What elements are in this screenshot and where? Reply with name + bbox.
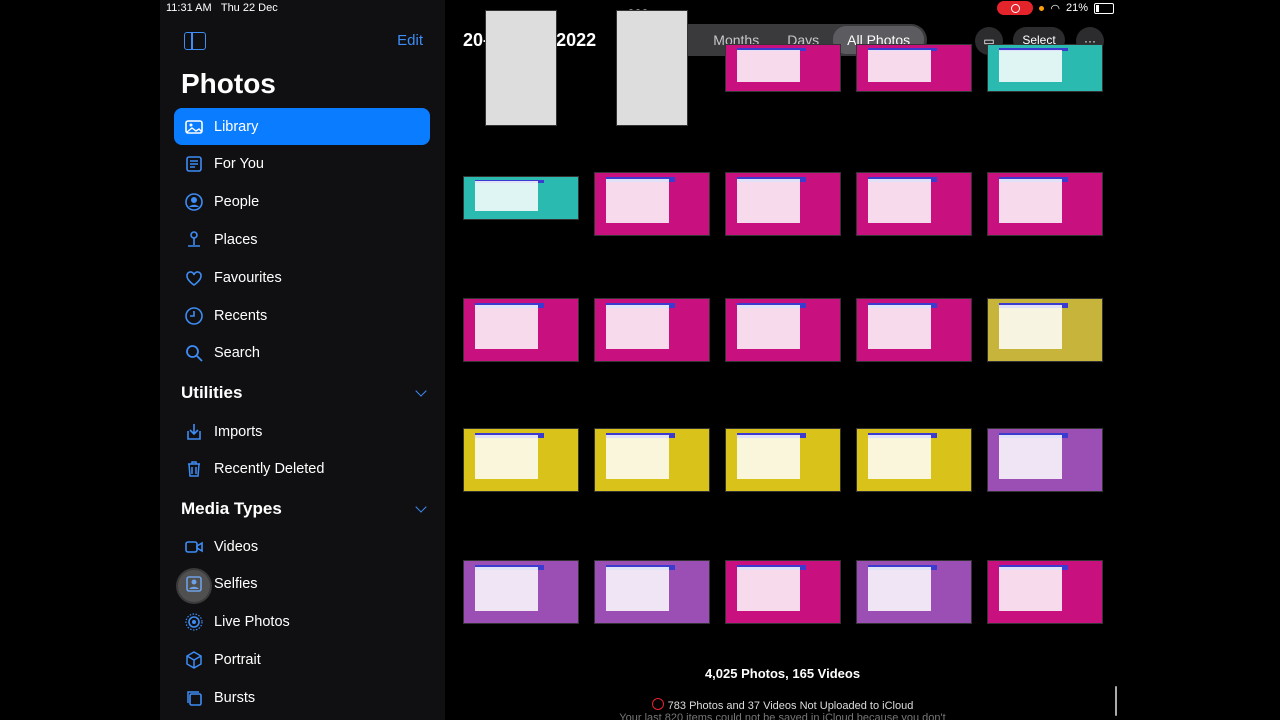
sidebar-item-search[interactable]: Search — [174, 335, 430, 372]
scrollbar[interactable] — [1115, 686, 1117, 716]
photo-thumbnail[interactable] — [856, 428, 972, 492]
sidebar-item-label: Live Photos — [214, 614, 290, 631]
sidebar-item-for-you[interactable]: For You — [174, 146, 430, 183]
people-icon — [174, 192, 214, 212]
wifi-icon: ◠ — [1050, 2, 1060, 15]
photo-thumbnail[interactable] — [856, 560, 972, 624]
photo-thumbnail[interactable] — [856, 298, 972, 362]
sidebar-item-label: Search — [214, 345, 260, 362]
library-icon — [174, 117, 214, 137]
photo-thumbnail[interactable] — [987, 44, 1103, 92]
photo-thumbnail[interactable] — [725, 44, 841, 92]
sidebar-item-label: Videos — [214, 538, 259, 555]
photo-thumbnail[interactable] — [856, 44, 972, 92]
sidebar-item-portrait[interactable]: Portrait — [174, 641, 430, 678]
sidebar-item-label: Favourites — [214, 269, 282, 286]
sidebar-item-label: For You — [214, 156, 264, 173]
import-icon — [174, 422, 214, 442]
sidebar-item-label: Recently Deleted — [214, 461, 325, 478]
sidebar-item-live-photos[interactable]: Live Photos — [174, 604, 430, 641]
edit-button[interactable]: Edit — [397, 32, 423, 49]
photo-thumbnail[interactable] — [725, 172, 841, 236]
photo-thumbnail[interactable] — [594, 428, 710, 492]
sidebar-item-label: Recents — [214, 307, 268, 324]
photo-thumbnail[interactable] — [987, 428, 1103, 492]
status-clock: 11:31 AM Thu 22 Dec — [166, 2, 278, 14]
photo-thumbnail[interactable] — [856, 172, 972, 236]
sidebar-item-people[interactable]: People — [174, 184, 430, 221]
photo-thumbnail[interactable] — [987, 172, 1103, 236]
photo-thumbnail[interactable] — [725, 560, 841, 624]
utilities-heading[interactable]: Utilities — [181, 383, 242, 403]
sidebar-item-favourites[interactable]: Favourites — [174, 259, 430, 296]
bursts-icon — [174, 688, 214, 708]
video-icon — [174, 537, 214, 557]
sidebar-item-library[interactable]: Library — [174, 108, 430, 145]
cube-icon — [174, 650, 214, 670]
photo-thumbnail[interactable] — [725, 298, 841, 362]
utilities-chevron-icon[interactable] — [415, 385, 427, 397]
sidebar-item-label: Library — [214, 118, 259, 135]
sidebar-item-label: Selfies — [214, 576, 258, 593]
photo-thumbnail[interactable] — [594, 172, 710, 236]
battery-percent: 21% — [1065, 2, 1088, 14]
battery-icon — [1094, 2, 1114, 14]
touch-indicator — [178, 570, 210, 602]
sidebar-item-places[interactable]: Places — [174, 221, 430, 258]
ipad-screen: 11:31 AM Thu 22 Dec Edit Photos Library F… — [160, 0, 1120, 720]
search-icon — [174, 343, 214, 363]
sidebar-item-recents[interactable]: Recents — [174, 297, 430, 334]
sidebar-item-imports[interactable]: Imports — [174, 413, 430, 450]
photo-grid-area: 20–22 Dec 2022 YearsMonthsDaysAll Photos… — [445, 0, 1120, 720]
screen-recording-icon[interactable] — [997, 1, 1034, 15]
live-photo-icon — [174, 612, 214, 632]
media-types-chevron-icon[interactable] — [415, 501, 427, 513]
sidebar-item-recently-deleted[interactable]: Recently Deleted — [174, 451, 430, 488]
photo-thumbnail[interactable] — [725, 428, 841, 492]
warning-icon — [651, 698, 664, 710]
icloud-warning[interactable]: 783 Photos and 37 Videos Not Uploaded to… — [445, 698, 1120, 712]
sidebar-item-selfies[interactable]: Selfies — [174, 566, 430, 603]
for-you-icon — [174, 154, 214, 174]
sidebar-item-label: Places — [214, 231, 258, 248]
heart-icon — [174, 268, 214, 288]
icloud-warning-detail: Your last 820 items could not be saved i… — [619, 712, 946, 720]
sidebar-item-label: Imports — [214, 423, 263, 440]
sidebar-item-label: Portrait — [214, 651, 261, 668]
library-count: 4,025 Photos, 165 Videos — [704, 666, 861, 681]
sidebar-item-bursts[interactable]: Bursts — [174, 679, 430, 716]
sidebar: 11:31 AM Thu 22 Dec Edit Photos Library F… — [160, 0, 445, 720]
page-title: Photos — [181, 68, 276, 99]
photo-thumbnail[interactable] — [463, 176, 579, 220]
photo-thumbnail[interactable] — [594, 560, 710, 624]
sidebar-item-label: People — [214, 194, 260, 211]
places-icon — [174, 230, 214, 250]
photo-thumbnail[interactable] — [463, 428, 579, 492]
photo-thumbnail[interactable] — [616, 10, 688, 126]
trash-icon — [174, 459, 214, 479]
mic-indicator-icon — [1039, 5, 1045, 11]
photo-thumbnail[interactable] — [463, 560, 579, 624]
sidebar-item-label: Bursts — [214, 689, 256, 706]
photo-thumbnail[interactable] — [594, 298, 710, 362]
media-types-heading[interactable]: Media Types — [181, 499, 282, 519]
status-bar-right: ◠ 21% — [997, 1, 1114, 15]
photo-thumbnail[interactable] — [463, 298, 579, 362]
photo-thumbnail[interactable] — [485, 10, 557, 126]
sidebar-item-videos[interactable]: Videos — [174, 528, 430, 565]
photo-thumbnail[interactable] — [987, 298, 1103, 362]
clock-icon — [174, 306, 214, 326]
sidebar-toggle-icon[interactable] — [184, 32, 206, 50]
photo-thumbnail[interactable] — [987, 560, 1103, 624]
